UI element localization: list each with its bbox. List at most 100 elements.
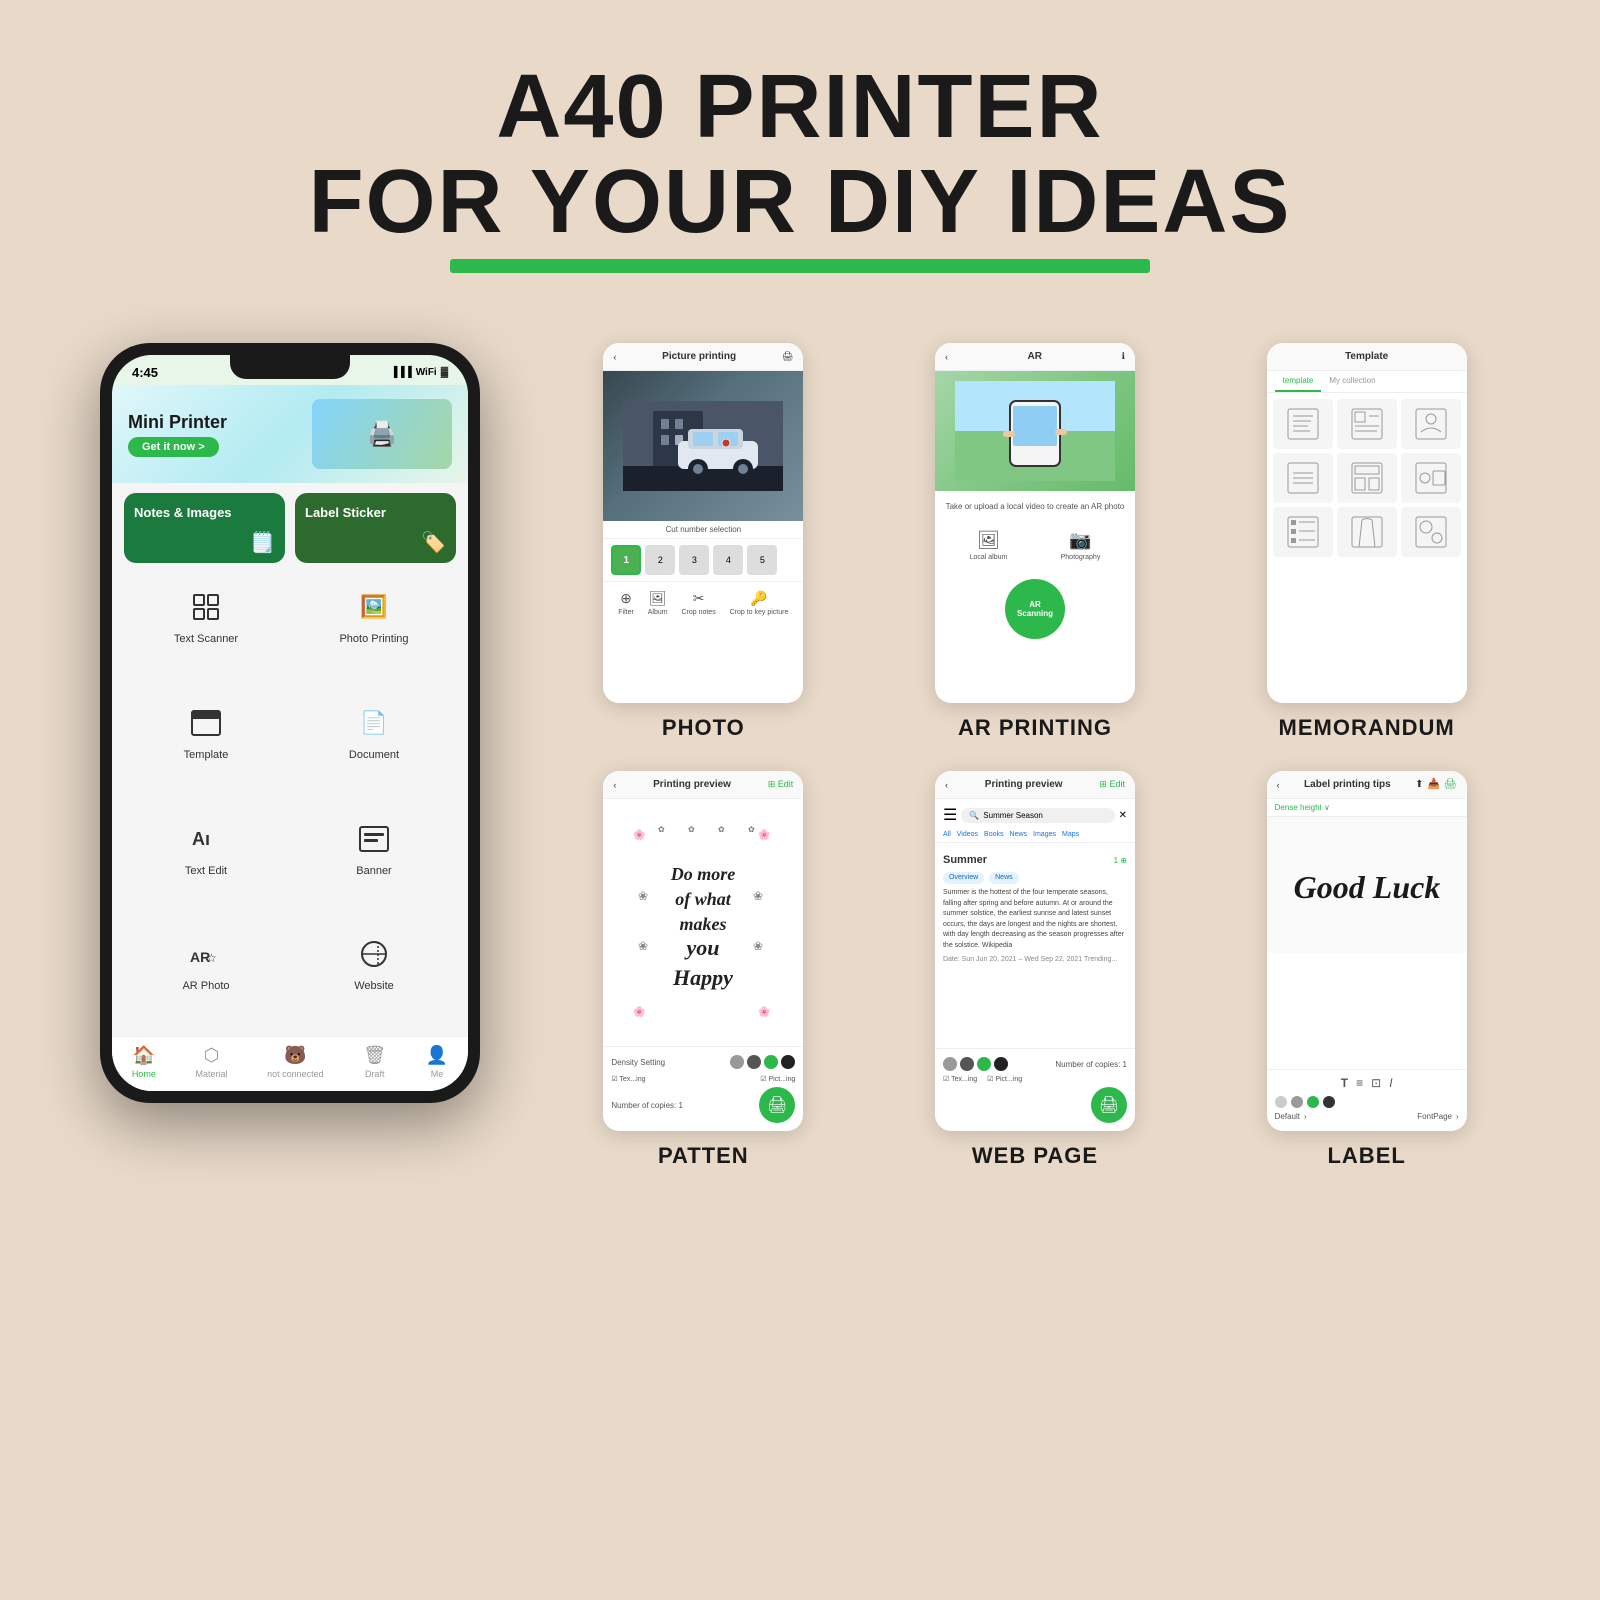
memo-tab-template[interactable]: template <box>1275 371 1322 392</box>
label-tool-align[interactable]: ≡ <box>1356 1076 1363 1090</box>
web-search-bar[interactable]: 🔍 Summer Season <box>961 808 1114 823</box>
thumb-3[interactable]: 3 <box>679 545 709 575</box>
memo-tab-collection[interactable]: My collection <box>1321 371 1383 392</box>
nav-home[interactable]: 🏠 Home <box>132 1045 156 1079</box>
label-d3[interactable] <box>1307 1096 1319 1108</box>
filter-label: Filter <box>618 609 634 616</box>
label-d2[interactable] <box>1291 1096 1303 1108</box>
phone-notch <box>230 355 350 379</box>
nav-printer[interactable]: 🐻 not connected <box>267 1045 324 1079</box>
banner-button[interactable]: Get it now > <box>128 437 219 457</box>
battery-icon: ▓ <box>441 367 448 378</box>
density-low[interactable] <box>730 1055 744 1069</box>
app-banner[interactable]: Banner <box>290 805 458 921</box>
local-album-btn[interactable]: 🖼 Local album <box>970 530 1008 561</box>
web-tab-videos[interactable]: Videos <box>957 831 978 838</box>
app-template[interactable]: Template <box>122 689 290 805</box>
web-search-row: ☰ 🔍 Summer Season ✕ <box>935 799 1135 831</box>
memo-item-9[interactable] <box>1401 507 1461 557</box>
web-tab-all[interactable]: All <box>943 831 951 838</box>
web-density-1[interactable] <box>943 1057 957 1071</box>
label-spacer <box>1267 953 1467 1069</box>
pattern-menu-icon: ⊞ Edit <box>768 779 794 790</box>
svg-text:✿: ✿ <box>748 825 755 834</box>
phone-outer: 4:45 ▐▐▐ WiFi ▓ Mini Printer Get it now … <box>100 343 480 1103</box>
memo-item-4[interactable] <box>1273 453 1333 503</box>
web-density-3[interactable] <box>977 1057 991 1071</box>
chip-overview[interactable]: Overview <box>943 872 984 884</box>
print-button[interactable]: 🖨 <box>759 1087 795 1123</box>
web-tab-maps[interactable]: Maps <box>1062 831 1079 838</box>
thumb-2[interactable]: 2 <box>645 545 675 575</box>
phone-mockup: 4:45 ▐▐▐ WiFi ▓ Mini Printer Get it now … <box>80 343 500 1103</box>
app-photo-printing[interactable]: 🖼️ Photo Printing <box>290 573 458 689</box>
web-menu-bars: ☰ <box>943 805 957 825</box>
svg-text:❀: ❀ <box>638 939 648 953</box>
label-density-row <box>1275 1096 1459 1108</box>
memo-frame: Template template My collection <box>1267 343 1467 703</box>
webpage-frame: ‹ Printing preview ⊞ Edit ☰ 🔍 Summer Sea… <box>935 771 1135 1131</box>
label-tool-T[interactable]: T <box>1341 1076 1348 1090</box>
ar-frame: ‹ AR ℹ <box>935 343 1135 703</box>
memo-item-2[interactable] <box>1337 399 1397 449</box>
web-tab-news[interactable]: News <box>1010 831 1028 838</box>
nav-material[interactable]: ⬡ Material <box>195 1045 227 1079</box>
memo-grid <box>1267 393 1467 563</box>
density-max[interactable] <box>781 1055 795 1069</box>
label-sticker-button[interactable]: Label Sticker 🏷️ <box>295 493 456 563</box>
web-tab-books[interactable]: Books <box>984 831 1003 838</box>
label-d4[interactable] <box>1323 1096 1335 1108</box>
app-ar-photo[interactable]: AR☆ AR Photo <box>122 920 290 1036</box>
text-edit-label: Text Edit <box>185 865 227 877</box>
memo-item-8[interactable] <box>1337 507 1397 557</box>
web-tab-images[interactable]: Images <box>1033 831 1056 838</box>
photo-label: PHOTO <box>662 715 745 741</box>
nav-draft[interactable]: 🗑 Draft <box>363 1045 386 1079</box>
thumb-1[interactable]: 1 <box>611 545 641 575</box>
font-arrow: › <box>1304 1112 1307 1121</box>
web-density-4[interactable] <box>994 1057 1008 1071</box>
web-print-button[interactable]: 🖨 <box>1091 1087 1127 1123</box>
memo-item-5[interactable] <box>1337 453 1397 503</box>
app-text-scanner[interactable]: Text Scanner <box>122 573 290 689</box>
label-font-selector: Default › <box>1275 1112 1307 1121</box>
thumb-5[interactable]: 5 <box>747 545 777 575</box>
label-d1[interactable] <box>1275 1096 1287 1108</box>
memo-item-6[interactable] <box>1401 453 1461 503</box>
screenshot-webpage: ‹ Printing preview ⊞ Edit ☰ 🔍 Summer Sea… <box>882 771 1189 1169</box>
album-btn[interactable]: 🖼 Album <box>648 590 668 616</box>
notes-label: Notes & Images <box>134 505 232 520</box>
label-back-icon: ‹ <box>1277 780 1280 790</box>
memo-title: Template <box>1345 351 1388 362</box>
ar-scan-button[interactable]: ARScanning <box>1005 579 1065 639</box>
tex-ing-label: ☑ Tex...ing <box>611 1075 645 1083</box>
memo-item-7[interactable] <box>1273 507 1333 557</box>
print-bottom: Density Setting ☑ Tex...ing ☑ Pict...ing <box>603 1046 803 1131</box>
svg-text:of what: of what <box>676 889 733 909</box>
label-tools: T ≡ ⊡ I <box>1275 1076 1459 1090</box>
photography-btn[interactable]: 📷 Photography <box>1061 530 1101 561</box>
memo-item-1[interactable] <box>1273 399 1333 449</box>
crop-notes-btn[interactable]: ✂ Crop notes <box>681 590 715 616</box>
density-high[interactable] <box>764 1055 778 1069</box>
label-tool-italic[interactable]: I <box>1389 1076 1392 1090</box>
density-med[interactable] <box>747 1055 761 1069</box>
nav-material-label: Material <box>195 1069 227 1079</box>
notes-images-button[interactable]: Notes & Images 🗒️ <box>124 493 285 563</box>
nav-me[interactable]: 👤 Me <box>426 1045 448 1079</box>
ar-photo-icon: AR☆ <box>186 934 226 974</box>
filter-btn[interactable]: ⊕ Filter <box>618 590 634 616</box>
crop-key-btn[interactable]: 🔑 Crop to key picture <box>730 590 789 616</box>
chip-news[interactable]: News <box>989 872 1019 884</box>
app-text-edit[interactable]: Aı Text Edit <box>122 805 290 921</box>
template-icon <box>186 703 226 743</box>
thumb-4[interactable]: 4 <box>713 545 743 575</box>
label-tool-size[interactable]: ⊡ <box>1371 1076 1381 1090</box>
app-website[interactable]: Website <box>290 920 458 1036</box>
web-density-2[interactable] <box>960 1057 974 1071</box>
label-text-display: Good Luck <box>1287 843 1447 928</box>
memo-item-3[interactable] <box>1401 399 1461 449</box>
app-document[interactable]: 📄 Document <box>290 689 458 805</box>
web-content-body: Summer 1 ⊕ Overview News Summer is the h… <box>935 843 1135 1048</box>
label-header: ‹ Label printing tips ⬆ 📥 🖨 <box>1267 771 1467 799</box>
